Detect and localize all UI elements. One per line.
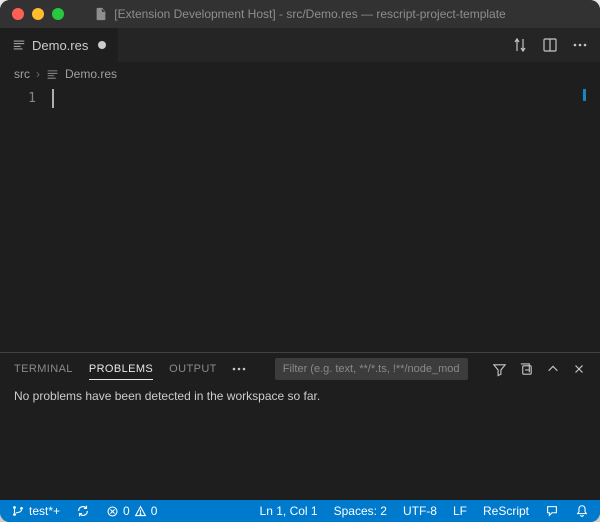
more-actions-button[interactable] (572, 37, 588, 53)
tab-terminal[interactable]: TERMINAL (14, 359, 73, 380)
rescript-file-icon (46, 68, 59, 81)
tab-output[interactable]: OUTPUT (169, 359, 217, 380)
minimap-diff-icon (583, 89, 586, 101)
editor-actions (512, 28, 600, 62)
chevron-up-icon (546, 362, 560, 376)
editor[interactable]: 1 (0, 85, 600, 352)
feedback-icon (545, 504, 559, 518)
status-notifications[interactable] (572, 504, 592, 518)
window: [Extension Development Host] - src/Demo.… (0, 0, 600, 522)
breadcrumb-folder[interactable]: src (14, 67, 30, 81)
panel-header: TERMINAL PROBLEMS OUTPUT (0, 353, 600, 385)
minimize-window-button[interactable] (32, 8, 44, 20)
line-number: 1 (0, 89, 36, 108)
close-icon (572, 362, 586, 376)
tabs-list: Demo.res (0, 28, 119, 62)
statusbar: test*+ 0 0 Ln 1, Col 1 Spaces: 2 UTF-8 L… (0, 500, 600, 522)
status-encoding[interactable]: UTF-8 (400, 504, 440, 518)
filter-button[interactable] (492, 362, 507, 377)
status-eol[interactable]: LF (450, 504, 470, 518)
traffic-lights (0, 8, 64, 20)
problems-message: No problems have been detected in the wo… (14, 389, 320, 403)
error-icon (106, 505, 119, 518)
tabs-row: Demo.res (0, 28, 600, 63)
close-panel-button[interactable] (572, 362, 586, 376)
status-spaces[interactable]: Spaces: 2 (331, 504, 390, 518)
status-sync[interactable] (73, 504, 93, 518)
more-icon (572, 37, 588, 53)
modified-indicator-icon (98, 41, 106, 49)
status-branch[interactable]: test*+ (8, 504, 63, 518)
panel-body: No problems have been detected in the wo… (0, 385, 600, 500)
compare-changes-button[interactable] (512, 37, 528, 53)
status-feedback[interactable] (542, 504, 562, 518)
panel-more-button[interactable] (231, 361, 247, 377)
close-window-button[interactable] (12, 8, 24, 20)
compare-icon (512, 37, 528, 53)
titlebar: [Extension Development Host] - src/Demo.… (0, 0, 600, 28)
rescript-file-icon (12, 38, 26, 52)
filter-input[interactable] (275, 358, 468, 380)
status-language[interactable]: ReScript (480, 504, 532, 518)
panel-tabs: TERMINAL PROBLEMS OUTPUT (14, 359, 217, 380)
breadcrumb-file[interactable]: Demo.res (65, 67, 117, 81)
chevron-right-icon: › (36, 67, 40, 81)
status-errors[interactable]: 0 0 (103, 504, 160, 518)
warning-icon (134, 505, 147, 518)
more-icon (231, 361, 247, 377)
panel: TERMINAL PROBLEMS OUTPUT (0, 352, 600, 500)
code-line (52, 89, 600, 108)
tab-problems[interactable]: PROBLEMS (89, 359, 153, 380)
status-cursor[interactable]: Ln 1, Col 1 (257, 504, 321, 518)
gutter: 1 (0, 85, 52, 352)
git-branch-icon (11, 504, 25, 518)
collapse-icon (519, 362, 534, 377)
split-icon (542, 37, 558, 53)
tab-label: Demo.res (32, 38, 88, 53)
file-icon (94, 7, 108, 21)
window-title: [Extension Development Host] - src/Demo.… (0, 7, 600, 21)
sync-icon (76, 504, 90, 518)
cursor-icon (52, 89, 54, 108)
funnel-icon (492, 362, 507, 377)
collapse-all-button[interactable] (519, 362, 534, 377)
maximize-panel-button[interactable] (546, 362, 560, 376)
tab-demo[interactable]: Demo.res (0, 28, 119, 62)
bell-icon (575, 504, 589, 518)
panel-actions (492, 362, 586, 377)
zoom-window-button[interactable] (52, 8, 64, 20)
breadcrumb[interactable]: src › Demo.res (0, 63, 600, 85)
split-editor-button[interactable] (542, 37, 558, 53)
code-area[interactable] (52, 85, 600, 352)
